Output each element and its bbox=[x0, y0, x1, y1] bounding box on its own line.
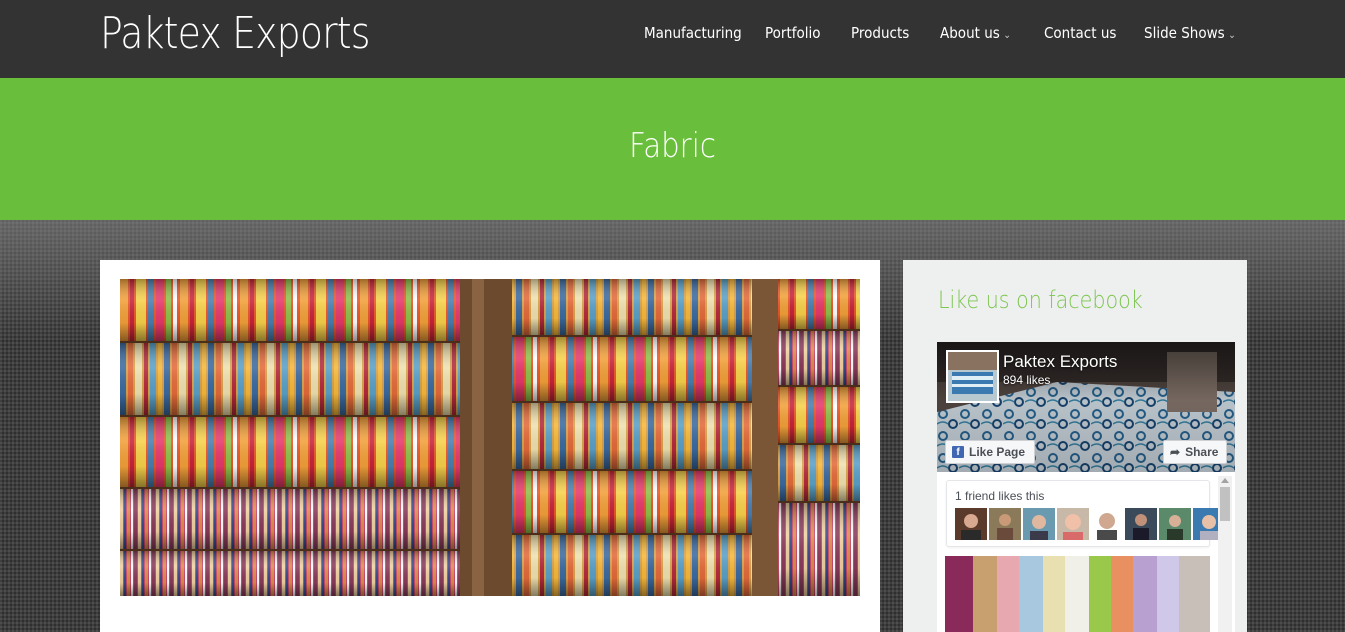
chevron-down-icon: ⌄ bbox=[1003, 30, 1011, 41]
friends-like-text: 1 friend likes this bbox=[955, 489, 1045, 503]
nav-label: Portfolio bbox=[765, 24, 821, 42]
fabric-rolls-image bbox=[120, 279, 860, 596]
scrollbar-thumb[interactable] bbox=[1220, 487, 1230, 521]
nav-item-products[interactable]: Products bbox=[851, 24, 909, 42]
friend-avatar[interactable] bbox=[1023, 508, 1055, 540]
friend-avatar[interactable] bbox=[955, 508, 987, 540]
friend-avatar[interactable] bbox=[989, 508, 1021, 540]
nav-item-portfolio[interactable]: Portfolio bbox=[765, 24, 821, 42]
nav-item-about-us[interactable]: About us ⌄ bbox=[940, 24, 1011, 42]
nav-label: Contact us bbox=[1044, 24, 1117, 42]
friend-avatar[interactable] bbox=[1091, 508, 1123, 540]
like-page-label: Like Page bbox=[969, 445, 1026, 459]
nav-item-contact-us[interactable]: Contact us bbox=[1044, 24, 1116, 42]
friend-avatar[interactable] bbox=[1125, 508, 1157, 540]
facebook-logo-icon: f bbox=[952, 446, 964, 458]
facebook-page-name[interactable]: Paktex Exports bbox=[1003, 352, 1117, 372]
facebook-friends-box: 1 friend likes this bbox=[946, 480, 1225, 547]
nav-label: Slide Shows bbox=[1144, 24, 1225, 42]
facebook-page-avatar[interactable] bbox=[946, 350, 999, 403]
facebook-page-widget: Paktex Exports 894 likes f Like Page ➦ S… bbox=[937, 342, 1235, 632]
nav-label: About us bbox=[940, 24, 1000, 42]
facebook-post-image[interactable] bbox=[945, 556, 1210, 632]
facebook-cover-image: Paktex Exports 894 likes f Like Page ➦ S… bbox=[937, 342, 1235, 472]
main-content-card bbox=[100, 260, 880, 632]
page-title-band: Fabric bbox=[0, 78, 1345, 220]
nav-label: Manufacturing bbox=[644, 24, 742, 42]
sidebar-title: Like us on facebook bbox=[938, 286, 1143, 314]
site-logo[interactable]: Paktex Exports bbox=[100, 8, 370, 59]
facebook-likes-count: 894 likes bbox=[1003, 373, 1051, 387]
share-arrow-icon: ➦ bbox=[1170, 445, 1181, 459]
facebook-share-button[interactable]: ➦ Share bbox=[1163, 440, 1227, 464]
share-label: Share bbox=[1185, 445, 1219, 459]
friend-avatar[interactable] bbox=[1159, 508, 1191, 540]
nav-item-slide-shows[interactable]: Slide Shows ⌄ bbox=[1144, 24, 1236, 42]
sidebar: Like us on facebook Paktex Exports 894 l… bbox=[903, 260, 1247, 632]
page-title: Fabric bbox=[629, 126, 716, 166]
facebook-like-page-button[interactable]: f Like Page bbox=[945, 440, 1035, 464]
friend-avatar[interactable] bbox=[1057, 508, 1089, 540]
site-header: Paktex Exports Manufacturing Portfolio P… bbox=[0, 0, 1345, 78]
nav-item-manufacturing[interactable]: Manufacturing bbox=[644, 24, 742, 42]
nav-label: Products bbox=[851, 24, 910, 42]
scroll-up-arrow-icon[interactable] bbox=[1221, 478, 1229, 483]
chevron-down-icon: ⌄ bbox=[1228, 30, 1236, 41]
